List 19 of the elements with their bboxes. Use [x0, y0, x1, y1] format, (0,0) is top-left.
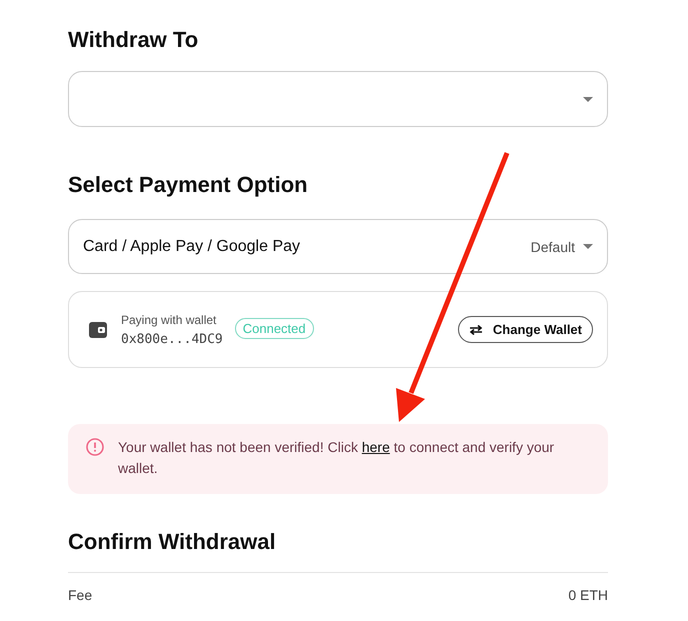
wallet-label: Paying with wallet	[121, 312, 218, 326]
verify-link[interactable]: here	[362, 439, 390, 455]
caret-icon	[583, 96, 593, 102]
payment-select[interactable]: Card / Apple Pay / Google Pay Default	[68, 219, 608, 274]
swap-icon	[468, 324, 483, 334]
status-badge: Connected	[234, 318, 314, 339]
alert-message: Your wallet has not been verified! Click here to connect and verify your wallet.	[118, 438, 556, 478]
wallet-address: 0x800e...4DC9	[121, 332, 223, 346]
warning-icon	[86, 438, 104, 456]
row-label: Fee	[68, 587, 92, 603]
section-heading: Confirm Withdrawal	[68, 528, 277, 556]
section-heading: Withdraw To	[68, 26, 200, 54]
section-heading: Select Payment Option	[68, 171, 309, 199]
wallet-icon	[89, 322, 107, 338]
default-label: Default	[530, 238, 575, 254]
row-value: 0 ETH	[568, 587, 608, 603]
change-wallet-button[interactable]: Change Wallet	[458, 316, 593, 343]
caret-icon	[583, 244, 593, 249]
select-field[interactable]	[68, 71, 608, 127]
